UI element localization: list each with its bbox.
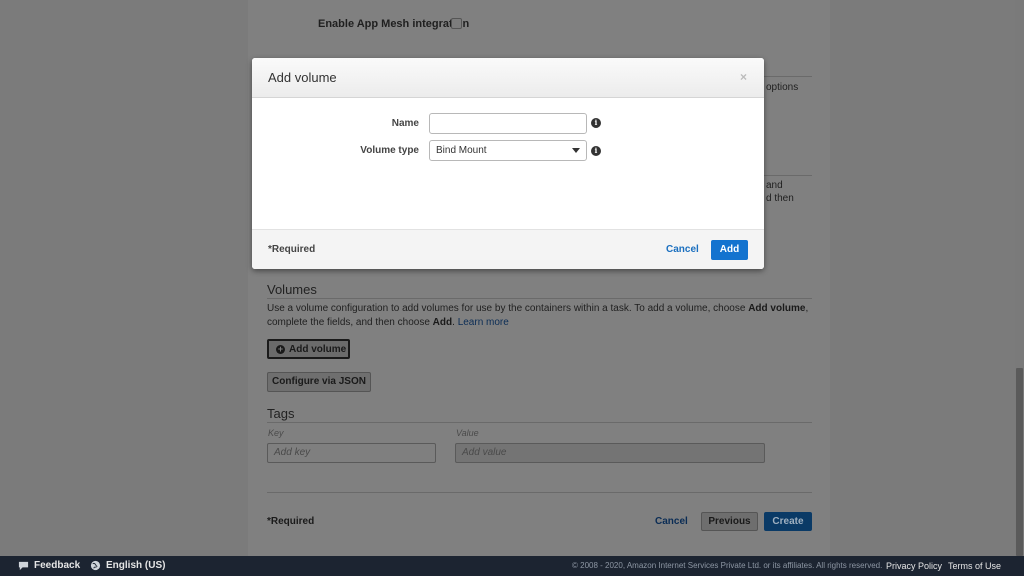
globe-icon bbox=[90, 560, 101, 571]
speech-bubble-icon bbox=[18, 561, 29, 571]
name-input[interactable] bbox=[429, 113, 587, 134]
plus-circle-icon: + bbox=[276, 343, 285, 354]
configure-json-button[interactable]: Configure via JSON bbox=[267, 372, 371, 392]
tags-title: Tags bbox=[267, 406, 295, 421]
app-mesh-label: Enable App Mesh integration bbox=[318, 18, 470, 30]
volume-type-select[interactable]: Bind Mount bbox=[429, 140, 587, 161]
modal-add-button[interactable]: Add bbox=[711, 240, 748, 260]
learn-more-link[interactable]: Learn more bbox=[458, 317, 509, 328]
partial-text-and: and bbox=[766, 180, 783, 191]
volumes-title: Volumes bbox=[267, 282, 317, 297]
volume-type-label: Volume type bbox=[360, 145, 419, 156]
partial-text-then: d then bbox=[766, 193, 794, 204]
modal-footer: *Required Cancel Add bbox=[252, 229, 764, 269]
close-icon[interactable]: × bbox=[740, 70, 747, 84]
add-volume-label: Add volume bbox=[289, 343, 347, 355]
modal-cancel-button[interactable]: Cancel bbox=[666, 244, 699, 255]
add-volume-modal: Add volume × Name i Volume type Bind Mou… bbox=[252, 58, 764, 269]
scrollbar-thumb[interactable] bbox=[1016, 368, 1023, 556]
privacy-policy-link[interactable]: Privacy Policy bbox=[886, 561, 942, 571]
tag-key-label: Key bbox=[268, 428, 284, 438]
language-selector[interactable]: English (US) bbox=[90, 560, 165, 571]
divider bbox=[267, 298, 812, 299]
name-label: Name bbox=[391, 118, 419, 129]
modal-header: Add volume × bbox=[252, 58, 764, 98]
console-footer: Feedback English (US) © 2008 - 2020, Ama… bbox=[0, 556, 1024, 576]
modal-required-note: *Required bbox=[268, 244, 316, 255]
create-button[interactable]: Create bbox=[764, 512, 812, 531]
tag-value-input[interactable]: Add value bbox=[455, 443, 765, 463]
tag-key-input[interactable]: Add key bbox=[267, 443, 436, 463]
add-volume-button[interactable]: + Add volume bbox=[267, 339, 350, 359]
info-icon[interactable]: i bbox=[591, 118, 601, 128]
required-note: *Required bbox=[267, 516, 315, 527]
volume-type-value: Bind Mount bbox=[436, 145, 487, 156]
previous-button[interactable]: Previous bbox=[701, 512, 758, 531]
modal-title: Add volume bbox=[268, 70, 337, 85]
page-scrollbar[interactable] bbox=[1015, 0, 1024, 556]
divider bbox=[267, 492, 812, 493]
info-icon[interactable]: i bbox=[591, 146, 601, 156]
copyright-text: © 2008 - 2020, Amazon Internet Services … bbox=[572, 561, 883, 570]
volumes-description: Use a volume configuration to add volume… bbox=[267, 303, 809, 328]
tag-value-label: Value bbox=[456, 428, 479, 438]
feedback-link[interactable]: Feedback bbox=[18, 560, 80, 571]
terms-of-use-link[interactable]: Terms of Use bbox=[948, 561, 1001, 571]
divider bbox=[267, 422, 812, 423]
app-mesh-checkbox[interactable] bbox=[451, 18, 462, 29]
caret-down-icon bbox=[572, 148, 580, 153]
partial-text-options: options bbox=[766, 82, 799, 93]
cancel-link[interactable]: Cancel bbox=[655, 516, 688, 527]
